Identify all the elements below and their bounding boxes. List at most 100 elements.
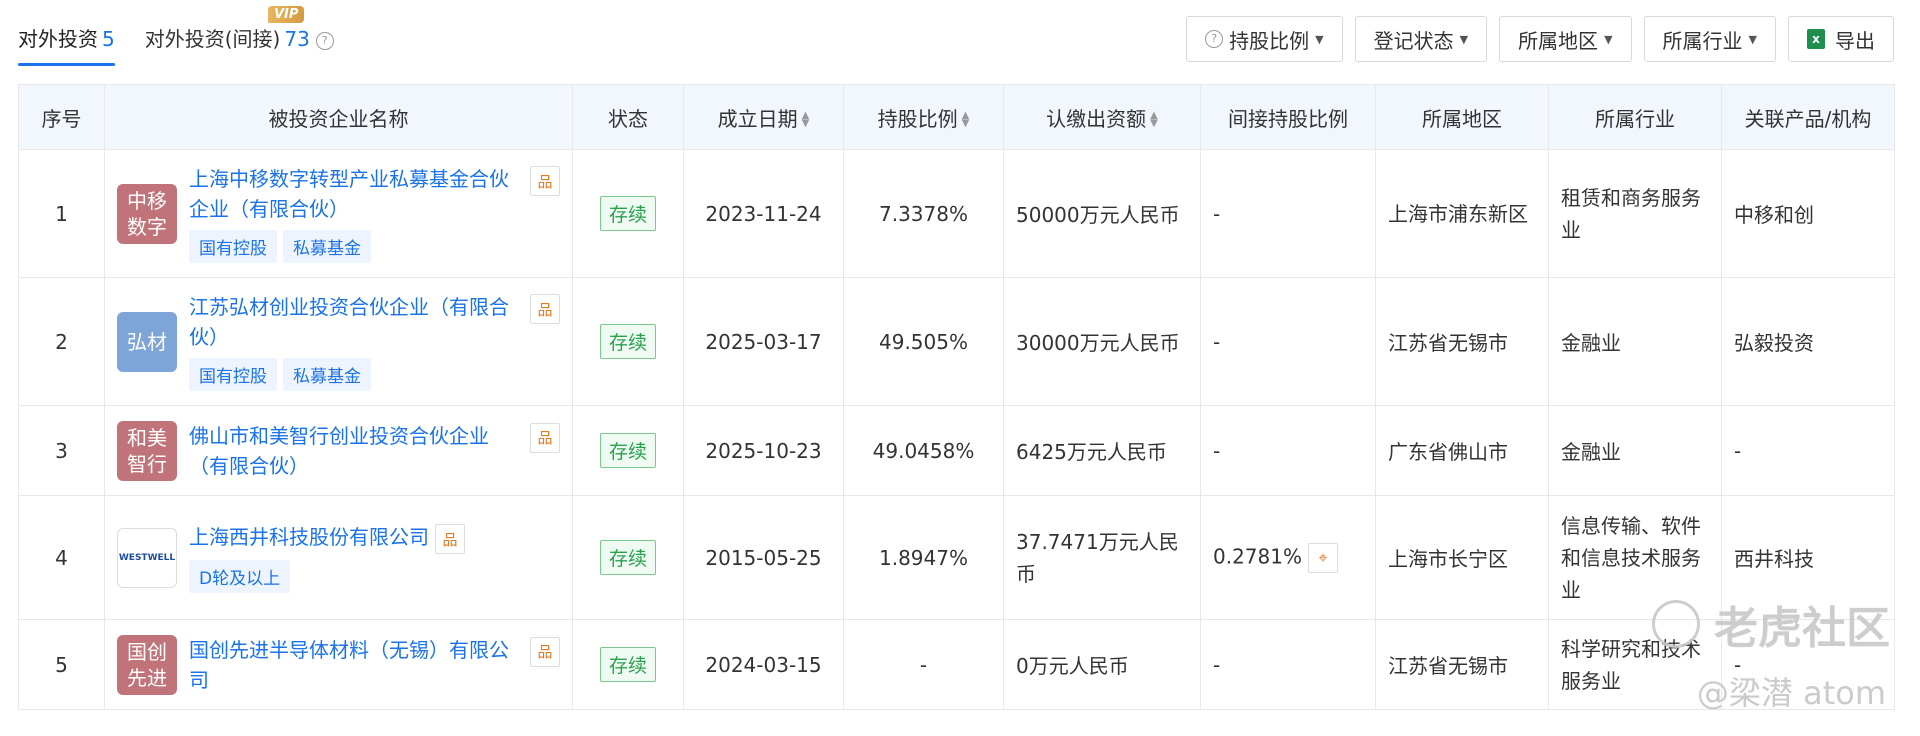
col-label: 间接持股比例 [1228,106,1348,131]
company-tag: 私募基金 [283,230,371,263]
caret-down-icon: ▼ [1315,32,1324,46]
capital-cell: 50000万元人民币 [1003,149,1201,278]
filter-label: 所属行业 [1662,28,1743,53]
table-row: 5 国创先进 国创先进半导体材料（无锡）有限公司品 存续 2024-03-15 … [18,619,1895,710]
tab-direct-investment[interactable]: 对外投资 5 [18,23,115,66]
ratio-cell: 49.505% [843,277,1004,406]
product-link[interactable]: 西井科技 [1721,495,1895,620]
date-cell: 2025-03-17 [683,277,844,406]
filter-bar: ? 持股比例 ▼ 登记状态 ▼ 所属地区 ▼ 所属行业 ▼ x 导出 [1186,16,1894,62]
company-cell: WESTWELL 上海西井科技股份有限公司品 D轮及以上 [104,495,573,620]
status-badge: 存续 [599,324,656,359]
company-logo[interactable]: 和美智行 [117,420,177,481]
product-link[interactable]: 中移和创 [1721,149,1895,278]
col-industry: 所属行业 [1548,84,1722,150]
filter-label: 持股比例 [1229,28,1310,53]
logo-text: 弘材 [127,329,167,354]
row-index: 2 [18,277,105,406]
company-logo[interactable]: WESTWELL [117,527,177,588]
company-name-link[interactable]: 上海中移数字转型产业私募基金合伙企业（有限合伙） [189,164,524,224]
tab-label: 对外投资(间接) [144,27,281,51]
date-cell: 2024-03-15 [683,619,844,710]
table-header: 序号 被投资企业名称 状态 成立日期 ▲ ▼ 持股比例 ▲ ▼ 认缴出资额 ▲ ▼ 间接持股… [18,84,1895,150]
status-cell: 存续 [572,619,684,710]
filter-label: 登记状态 [1373,28,1454,53]
col-product: 关联产品/机构 [1721,84,1895,150]
table-row: 3 和美智行 佛山市和美智行创业投资合伙企业（有限合伙）品 存续 2025-10… [18,405,1895,496]
region-cell: 广东省佛山市 [1375,405,1549,496]
row-index: 4 [18,495,105,620]
capital-cell: 30000万元人民币 [1003,277,1201,406]
table-row: 4 WESTWELL 上海西井科技股份有限公司品 D轮及以上 存续 2015-0… [18,495,1895,620]
filter-label: 所属地区 [1518,28,1599,53]
industry-cell: 租赁和商务服务业 [1548,149,1722,278]
org-chart-icon[interactable]: 品 [530,166,560,196]
company-name-link[interactable]: 国创先进半导体材料（无锡）有限公司 [189,635,524,695]
status-badge: 存续 [599,433,656,468]
company-cell: 和美智行 佛山市和美智行创业投资合伙企业（有限合伙）品 [104,405,573,496]
region-cell: 上海市长宁区 [1375,495,1549,620]
indirect-cell: - [1200,619,1376,710]
company-logo[interactable]: 弘材 [117,311,177,372]
company-name-link[interactable]: 上海西井科技股份有限公司 [189,522,429,552]
col-ratio[interactable]: 持股比例 ▲ ▼ [843,84,1004,150]
holding-ratio-filter[interactable]: ? 持股比例 ▼ [1186,16,1343,62]
caret-down-icon: ▼ [1604,32,1613,46]
logo-text: 和美智行 [127,425,167,476]
caret-down-icon: ▼ [1459,32,1469,46]
company-logo[interactable]: 中移数字 [117,183,177,244]
status-badge: 存续 [599,196,656,231]
status-badge: 存续 [599,647,656,682]
col-label: 成立日期 [717,106,798,131]
col-label: 持股比例 [877,106,958,131]
capital-cell: 6425万元人民币 [1003,405,1201,496]
col-label: 被投资企业名称 [268,106,409,131]
tab-indirect-investment[interactable]: 对外投资(间接) 73? [145,23,334,66]
col-label: 认缴出资额 [1046,106,1147,131]
org-chart-icon[interactable]: 品 [435,524,465,554]
status-badge: 存续 [599,540,656,575]
col-status: 状态 [572,84,684,150]
col-label: 所属地区 [1422,106,1502,131]
product-link[interactable]: 弘毅投资 [1721,277,1895,406]
export-button[interactable]: x 导出 [1788,16,1894,62]
sort-icon: ▲ ▼ [1150,110,1158,129]
col-capital[interactable]: 认缴出资额 ▲ ▼ [1003,84,1201,150]
ratio-cell: - [843,619,1004,710]
col-indirect: 间接持股比例 [1200,84,1376,150]
industry-filter[interactable]: 所属行业 ▼ [1643,16,1776,62]
tab-label: 对外投资 [18,27,98,51]
help-icon[interactable]: ? [315,32,334,50]
status-cell: 存续 [572,495,684,620]
penetration-icon[interactable]: ⌖ [1307,542,1338,573]
sort-icon: ▲ ▼ [961,110,970,129]
org-chart-icon[interactable]: 品 [530,294,560,324]
ratio-cell: 1.8947% [843,495,1004,620]
org-chart-icon[interactable]: 品 [530,422,560,453]
company-name-link[interactable]: 江苏弘材创业投资合伙企业（有限合伙） [189,292,524,352]
export-label: 导出 [1835,28,1875,53]
company-cell: 弘材 江苏弘材创业投资合伙企业（有限合伙）品 国有控股 私募基金 [104,277,573,406]
help-icon: ? [1205,30,1224,48]
logo-text: 国创先进 [127,639,167,690]
region-cell: 上海市浦东新区 [1375,149,1549,278]
region-filter[interactable]: 所属地区 ▼ [1499,16,1632,62]
product-cell: - [1721,619,1895,710]
reg-status-filter[interactable]: 登记状态 ▼ [1354,16,1488,62]
indirect-cell: - [1200,405,1376,496]
tab-count: 73 [284,27,310,51]
company-logo[interactable]: 国创先进 [117,634,177,695]
capital-cell: 37.7471万元人民币 [1003,495,1201,620]
org-chart-icon[interactable]: 品 [530,636,560,667]
excel-icon: x [1807,29,1825,49]
region-cell: 江苏省无锡市 [1375,277,1549,406]
company-name-link[interactable]: 佛山市和美智行创业投资合伙企业（有限合伙） [189,421,524,481]
ratio-cell: 7.3378% [843,149,1004,278]
company-tag: 国有控股 [189,358,277,391]
table-row: 1 中移数字 上海中移数字转型产业私募基金合伙企业（有限合伙）品 国有控股 私募… [18,149,1895,278]
col-date[interactable]: 成立日期 ▲ ▼ [683,84,844,150]
status-cell: 存续 [572,277,684,406]
col-label: 状态 [608,106,648,131]
indirect-cell: - [1200,149,1376,278]
col-label: 序号 [41,106,82,131]
